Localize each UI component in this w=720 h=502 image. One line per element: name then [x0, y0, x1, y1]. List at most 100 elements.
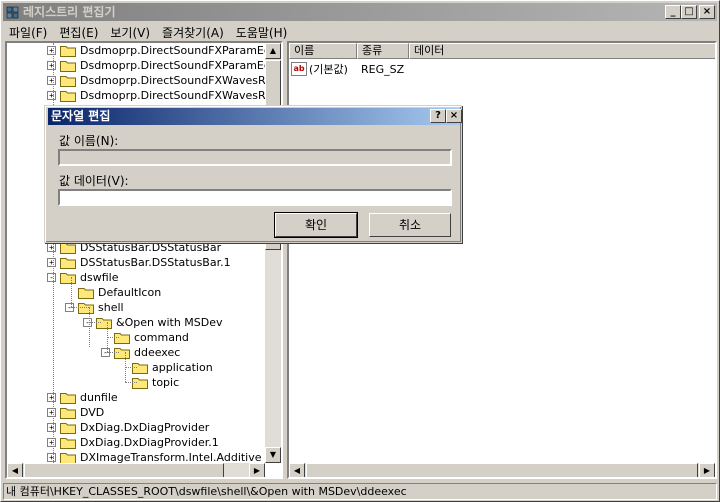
- status-bar: 내 컴퓨터\HKEY_CLASSES_ROOT\dswfile\shell\&O…: [3, 483, 717, 500]
- tree-item-label: DSStatusBar.DSStatusBar.1: [80, 256, 231, 269]
- folder-icon: [60, 392, 76, 404]
- dialog-close-button[interactable]: ×: [446, 109, 462, 123]
- expand-icon[interactable]: +: [47, 393, 56, 402]
- tree-connector-line: [89, 322, 101, 323]
- folder-icon: [60, 242, 76, 254]
- tree-item-label: DxDiag.DxDiagProvider: [80, 421, 210, 434]
- menu-bar: 파일(F) 편집(E) 보기(V) 즐겨찾기(A) 도움말(H): [3, 22, 293, 40]
- tree-item-label: topic: [152, 376, 180, 389]
- menu-help[interactable]: 도움말(H): [230, 22, 294, 40]
- ok-button[interactable]: 확인: [274, 212, 358, 238]
- column-type[interactable]: 종류: [357, 43, 409, 59]
- tree-item[interactable]: + DSStatusBar.DSStatusBar.1: [47, 255, 231, 270]
- folder-icon: [60, 422, 76, 434]
- column-name[interactable]: 이름: [289, 43, 357, 59]
- list-horizontal-scrollbar[interactable]: ◀ ▶: [289, 463, 715, 477]
- tree-item-label: Dsdmoprp.DirectSoundFXParamEqPa: [80, 59, 283, 72]
- tree-item[interactable]: - dswfile: [47, 270, 118, 285]
- list-scroll-right-arrow[interactable]: ▶: [699, 463, 715, 477]
- value-type: REG_SZ: [361, 62, 405, 76]
- tree-item-label: DefaultIcon: [98, 286, 162, 299]
- tree-item[interactable]: + DxDiag.DxDiagProvider: [47, 420, 209, 435]
- menu-favorites[interactable]: 즐겨찾기(A): [156, 22, 230, 40]
- tree-connector-line: [71, 307, 89, 308]
- menu-file[interactable]: 파일(F): [3, 22, 53, 40]
- expand-icon[interactable]: +: [47, 243, 56, 252]
- folder-icon: [60, 75, 76, 87]
- expand-icon[interactable]: +: [47, 258, 56, 267]
- tree-item-label: shell: [98, 301, 124, 314]
- column-data[interactable]: 데이터: [409, 43, 715, 59]
- folder-icon: [60, 60, 76, 72]
- edit-string-dialog: 문자열 편집 ? × 값 이름(N): 값 데이터(V): 확인 취소: [44, 105, 462, 243]
- expand-icon[interactable]: +: [47, 408, 56, 417]
- expand-icon[interactable]: +: [47, 91, 56, 100]
- tree-item[interactable]: - &Open with MSDev: [83, 315, 223, 330]
- dialog-title-bar[interactable]: 문자열 편집 ? ×: [48, 108, 462, 125]
- tree-item[interactable]: + DxDiag.DxDiagProvider.1: [47, 435, 219, 450]
- expand-icon[interactable]: +: [47, 61, 56, 70]
- menu-edit[interactable]: 편집(E): [53, 22, 104, 40]
- scroll-up-arrow[interactable]: ▲: [265, 43, 281, 59]
- value-data-label: 값 데이터(V):: [59, 174, 129, 188]
- folder-icon: [60, 257, 76, 269]
- list-item[interactable]: ab (기본값) REG_SZ: [291, 61, 404, 77]
- scroll-right-arrow[interactable]: ▶: [249, 463, 265, 477]
- tree-connector-line: [107, 352, 119, 353]
- folder-icon: [78, 287, 94, 299]
- close-button[interactable]: ×: [699, 5, 715, 19]
- list-hscroll-thumb[interactable]: [306, 463, 698, 477]
- tree-item[interactable]: + Dsdmoprp.DirectSoundFXWavesRev: [47, 73, 278, 88]
- scroll-down-arrow[interactable]: ▼: [265, 447, 281, 463]
- folder-icon: [60, 272, 76, 284]
- tree-item-label: Dsdmoprp.DirectSoundFXWavesRev: [80, 74, 279, 87]
- tree-item-label: ddeexec: [134, 346, 181, 359]
- cancel-button[interactable]: 취소: [369, 213, 451, 237]
- list-header: 이름 종류 데이터: [289, 43, 715, 59]
- tree-item-label: dswfile: [80, 271, 119, 284]
- folder-icon: [60, 437, 76, 449]
- value-name-label: 값 이름(N):: [59, 134, 119, 148]
- tree-connector-line: [107, 337, 119, 338]
- tree-item[interactable]: + Dsdmoprp.DirectSoundFXParamEqPa: [47, 58, 283, 73]
- tree-horizontal-scrollbar[interactable]: ◀ ▶: [7, 463, 265, 477]
- list-scroll-left-arrow[interactable]: ◀: [289, 463, 305, 477]
- registry-app-icon: [6, 6, 19, 19]
- scroll-left-arrow[interactable]: ◀: [7, 463, 23, 477]
- tree-item[interactable]: + DVD: [47, 405, 104, 420]
- string-value-icon: ab: [291, 62, 307, 76]
- tree-connector-line: [125, 382, 137, 383]
- folder-icon: [60, 90, 76, 102]
- tree-item[interactable]: + dunfile: [47, 390, 118, 405]
- tree-connector-line: [71, 277, 72, 307]
- maximize-button[interactable]: □: [681, 5, 697, 19]
- tree-item[interactable]: + Dsdmoprp.DirectSoundFXParamEqPa: [47, 43, 283, 58]
- value-data-field[interactable]: [58, 189, 452, 206]
- expand-icon[interactable]: +: [47, 46, 56, 55]
- expand-icon[interactable]: +: [47, 76, 56, 85]
- tree-item[interactable]: + Dsdmoprp.DirectSoundFXWavesRev: [47, 88, 278, 103]
- minimize-button[interactable]: _: [665, 5, 681, 19]
- menu-view[interactable]: 보기(V): [104, 22, 156, 40]
- help-button[interactable]: ?: [430, 109, 446, 123]
- expand-icon[interactable]: +: [47, 453, 56, 462]
- tree-item-label: DxDiag.DxDiagProvider.1: [80, 436, 219, 449]
- expand-icon[interactable]: +: [47, 423, 56, 432]
- window-title: 레지스트리 편집기: [23, 5, 116, 19]
- tree-connector-line: [89, 307, 90, 347]
- tree-item[interactable]: DefaultIcon: [65, 285, 161, 300]
- folder-icon: [60, 45, 76, 57]
- title-bar[interactable]: 레지스트리 편집기 _ □ ×: [3, 3, 717, 21]
- tree-item-label: Dsdmoprp.DirectSoundFXWavesRev: [80, 89, 279, 102]
- collapse-icon[interactable]: -: [47, 273, 56, 282]
- tree-item-label: &Open with MSDev: [116, 316, 223, 329]
- hscroll-thumb[interactable]: [24, 463, 224, 477]
- string-value-icon-text: ab: [293, 64, 305, 73]
- registry-editor-window: 레지스트리 편집기 _ □ × 파일(F) 편집(E) 보기(V) 즐겨찾기(A…: [0, 0, 720, 502]
- tree-item-label: command: [134, 331, 189, 344]
- expand-icon[interactable]: +: [47, 438, 56, 447]
- value-name-field: [58, 149, 452, 166]
- tree-connector-line: [125, 367, 137, 368]
- tree-item-label: dunfile: [80, 391, 118, 404]
- tree-item-label: Dsdmoprp.DirectSoundFXParamEqPa: [80, 44, 283, 57]
